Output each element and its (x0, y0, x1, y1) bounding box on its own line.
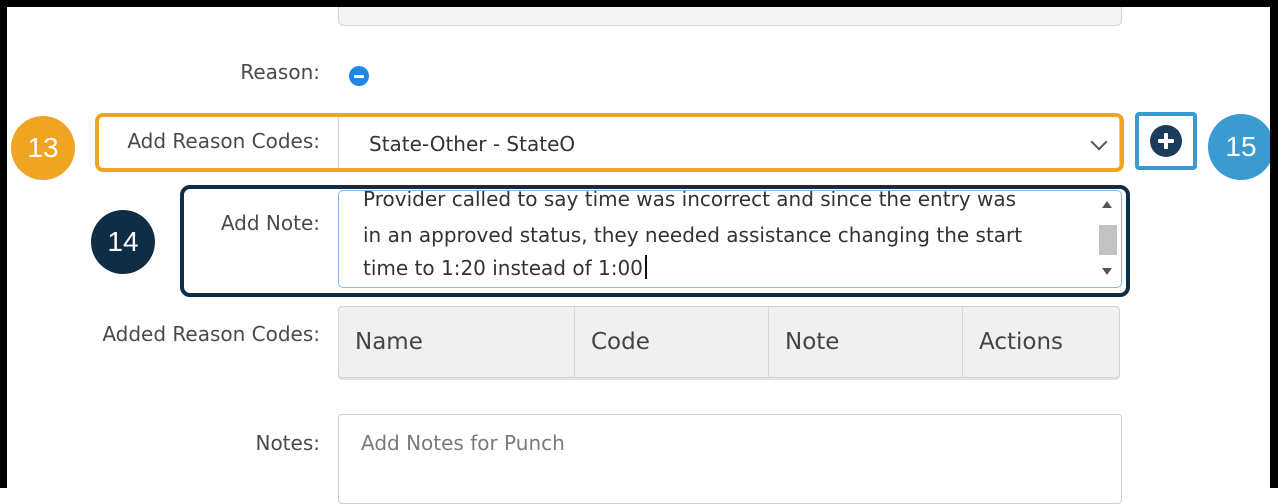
callout-badge-13: 13 (11, 116, 75, 180)
column-header-note: Note (769, 307, 963, 377)
added-reason-codes-label: Added Reason Codes: (102, 322, 320, 346)
added-reason-codes-table: Name Code Note Actions (338, 306, 1120, 378)
callout-badge-14: 14 (91, 210, 155, 274)
notes-placeholder: Add Notes for Punch (361, 431, 565, 455)
notes-textarea[interactable]: Add Notes for Punch (338, 414, 1122, 504)
column-header-code: Code (575, 307, 769, 377)
plus-circle-icon (1150, 125, 1182, 157)
reason-label: Reason: (240, 60, 320, 84)
column-header-name: Name (339, 307, 575, 377)
callout-highlight-13 (95, 113, 1124, 172)
add-reason-code-button[interactable] (1135, 112, 1197, 170)
callout-highlight-14 (180, 185, 1130, 297)
notes-label: Notes: (255, 431, 320, 455)
callout-badge-15: 15 (1208, 114, 1274, 180)
minus-circle-icon[interactable] (349, 66, 369, 86)
previous-field[interactable] (338, 0, 1122, 26)
column-header-actions: Actions (979, 329, 1064, 355)
